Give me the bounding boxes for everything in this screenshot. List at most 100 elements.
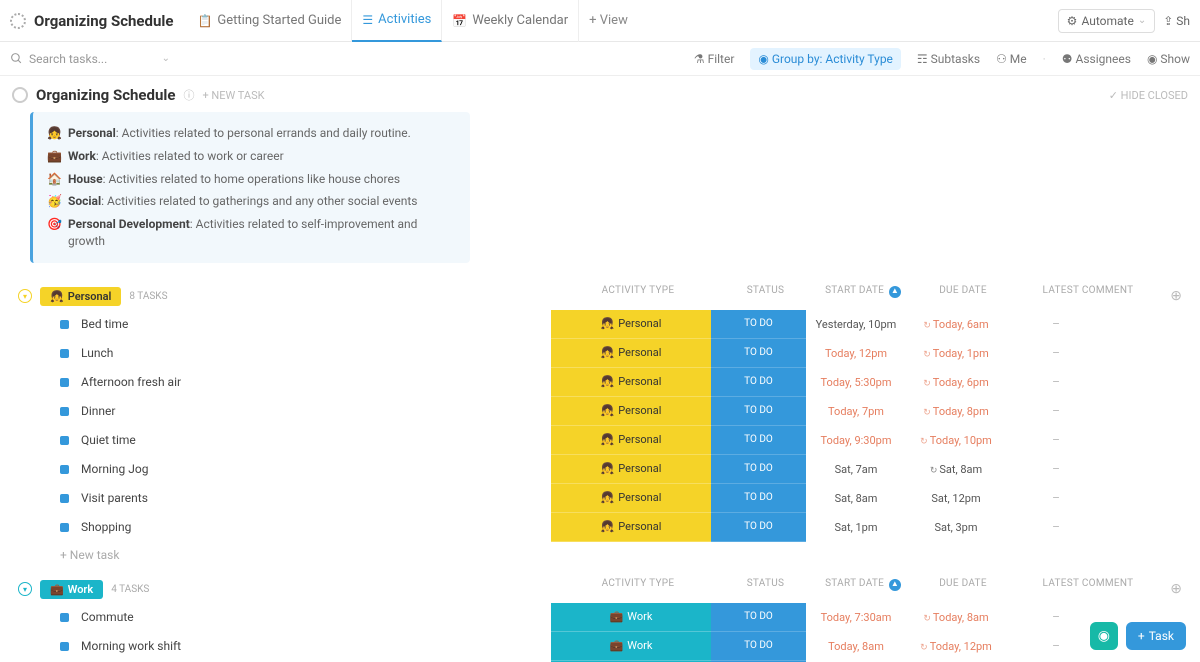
me-button[interactable]: ⚇ Me <box>996 52 1027 66</box>
status-square-icon[interactable] <box>60 494 69 503</box>
due-date-cell[interactable]: ↻Today, 8pm <box>906 405 1006 418</box>
status-square-icon[interactable] <box>60 465 69 474</box>
status-square-icon[interactable] <box>60 642 69 651</box>
col-activity-type[interactable]: ACTIVITY TYPE <box>558 578 718 591</box>
col-latest-comment[interactable]: LATEST COMMENT <box>1013 578 1163 591</box>
search-input[interactable]: Search tasks... ⌄ <box>10 52 170 66</box>
status-cell[interactable]: TO DO <box>711 484 806 513</box>
status-square-icon[interactable] <box>60 613 69 622</box>
add-column-button[interactable]: ⊕ <box>1170 288 1182 304</box>
view-tab-activities[interactable]: ☰Activities <box>352 0 442 42</box>
latest-comment-cell[interactable]: – <box>1006 462 1106 476</box>
record-button[interactable]: ◉ <box>1090 622 1118 650</box>
start-date-cell[interactable]: Today, 8am <box>806 640 906 653</box>
task-name[interactable]: Afternoon fresh air <box>81 375 551 389</box>
status-cell[interactable]: TO DO <box>711 455 806 484</box>
task-row[interactable]: Commute💼WorkTO DOToday, 7:30am↻Today, 8a… <box>12 603 1188 632</box>
task-row[interactable]: Morning Jog👧PersonalTO DOSat, 7am↻Sat, 8… <box>12 455 1188 484</box>
task-name[interactable]: Visit parents <box>81 491 551 505</box>
task-name[interactable]: Shopping <box>81 520 551 534</box>
start-date-cell[interactable]: Today, 7:30am <box>806 611 906 624</box>
status-cell[interactable]: TO DO <box>711 426 806 455</box>
col-activity-type[interactable]: ACTIVITY TYPE <box>558 285 718 298</box>
col-latest-comment[interactable]: LATEST COMMENT <box>1013 285 1163 298</box>
latest-comment-cell[interactable]: – <box>1006 317 1106 331</box>
start-date-cell[interactable]: Today, 12pm <box>806 347 906 360</box>
task-name[interactable]: Lunch <box>81 346 551 360</box>
status-square-icon[interactable] <box>60 523 69 532</box>
status-cell[interactable]: TO DO <box>711 513 806 542</box>
list-title[interactable]: Organizing Schedule <box>34 12 173 30</box>
col-status[interactable]: STATUS <box>718 578 813 591</box>
latest-comment-cell[interactable]: – <box>1006 375 1106 389</box>
task-row[interactable]: Lunch👧PersonalTO DOToday, 12pm↻Today, 1p… <box>12 339 1188 368</box>
due-date-cell[interactable]: ↻Today, 8am <box>906 611 1006 624</box>
task-name[interactable]: Morning work shift <box>81 639 551 653</box>
add-column-button[interactable]: ⊕ <box>1170 581 1182 597</box>
info-icon[interactable]: ⓘ <box>183 87 194 103</box>
latest-comment-cell[interactable]: – <box>1006 491 1106 505</box>
automate-button[interactable]: ⚙ Automate ⌄ <box>1058 9 1156 33</box>
activity-type-cell[interactable]: 👧Personal <box>551 484 711 513</box>
activity-type-cell[interactable]: 👧Personal <box>551 397 711 426</box>
status-square-icon[interactable] <box>60 378 69 387</box>
view-tab-weekly-calendar[interactable]: 📅Weekly Calendar <box>442 0 579 42</box>
start-date-cell[interactable]: Sat, 7am <box>806 463 906 476</box>
activity-type-cell[interactable]: 👧Personal <box>551 310 711 339</box>
latest-comment-cell[interactable]: – <box>1006 404 1106 418</box>
task-name[interactable]: Dinner <box>81 404 551 418</box>
status-circle-icon[interactable] <box>12 87 28 103</box>
new-task-button[interactable]: + NEW TASK <box>202 89 264 102</box>
task-row[interactable]: Bed time👧PersonalTO DOYesterday, 10pm↻To… <box>12 310 1188 339</box>
due-date-cell[interactable]: ↻Today, 12pm <box>906 640 1006 653</box>
latest-comment-cell[interactable]: – <box>1006 520 1106 534</box>
activity-type-cell[interactable]: 👧Personal <box>551 426 711 455</box>
col-start-date[interactable]: START DATE ▲ <box>813 578 913 591</box>
status-square-icon[interactable] <box>60 349 69 358</box>
col-due-date[interactable]: DUE DATE <box>913 578 1013 591</box>
subtasks-button[interactable]: ☶ Subtasks <box>917 52 980 66</box>
collapse-toggle[interactable]: ▾ <box>18 582 32 596</box>
chevron-down-icon[interactable]: ⌄ <box>162 53 170 64</box>
task-row[interactable]: Visit parents👧PersonalTO DOSat, 8amSat, … <box>12 484 1188 513</box>
status-cell[interactable]: TO DO <box>711 368 806 397</box>
col-status[interactable]: STATUS <box>718 285 813 298</box>
group-badge[interactable]: 👧Personal <box>40 287 121 306</box>
new-task-fab[interactable]: +Task <box>1126 622 1186 650</box>
due-date-cell[interactable]: Sat, 12pm <box>906 492 1006 505</box>
start-date-cell[interactable]: Yesterday, 10pm <box>806 318 906 331</box>
status-cell[interactable]: TO DO <box>711 397 806 426</box>
start-date-cell[interactable]: Today, 9:30pm <box>806 434 906 447</box>
show-button[interactable]: ◉ Show <box>1147 52 1190 66</box>
collapse-toggle[interactable]: ▾ <box>18 289 32 303</box>
group-badge[interactable]: 💼Work <box>40 580 103 599</box>
task-row[interactable]: Quiet time👧PersonalTO DOToday, 9:30pm↻To… <box>12 426 1188 455</box>
start-date-cell[interactable]: Today, 7pm <box>806 405 906 418</box>
latest-comment-cell[interactable]: – <box>1006 346 1106 360</box>
view-tab-getting-started-guide[interactable]: 📋Getting Started Guide <box>187 0 352 42</box>
latest-comment-cell[interactable]: – <box>1006 433 1106 447</box>
start-date-cell[interactable]: Sat, 8am <box>806 492 906 505</box>
add-view-button[interactable]: + View <box>579 13 638 28</box>
share-button[interactable]: ⇪ Sh <box>1163 14 1190 28</box>
activity-type-cell[interactable]: 👧Personal <box>551 513 711 542</box>
hide-closed-button[interactable]: ✓ HIDE CLOSED <box>1109 89 1188 102</box>
task-row[interactable]: Dinner👧PersonalTO DOToday, 7pm↻Today, 8p… <box>12 397 1188 426</box>
due-date-cell[interactable]: ↻Sat, 8am <box>906 463 1006 476</box>
due-date-cell[interactable]: ↻Today, 6pm <box>906 376 1006 389</box>
status-cell[interactable]: TO DO <box>711 632 806 661</box>
activity-type-cell[interactable]: 👧Personal <box>551 455 711 484</box>
due-date-cell[interactable]: ↻Today, 1pm <box>906 347 1006 360</box>
activity-type-cell[interactable]: 💼Work <box>551 632 711 661</box>
status-cell[interactable]: TO DO <box>711 603 806 632</box>
task-name[interactable]: Morning Jog <box>81 462 551 476</box>
start-date-cell[interactable]: Today, 5:30pm <box>806 376 906 389</box>
status-square-icon[interactable] <box>60 320 69 329</box>
start-date-cell[interactable]: Sat, 1pm <box>806 521 906 534</box>
assignees-button[interactable]: ⚉ Assignees <box>1062 52 1131 66</box>
new-task-row[interactable]: + New task <box>12 542 1188 576</box>
task-row[interactable]: Morning work shift💼WorkTO DOToday, 8am↻T… <box>12 632 1188 661</box>
activity-type-cell[interactable]: 💼Work <box>551 603 711 632</box>
status-cell[interactable]: TO DO <box>711 310 806 339</box>
task-row[interactable]: Afternoon fresh air👧PersonalTO DOToday, … <box>12 368 1188 397</box>
